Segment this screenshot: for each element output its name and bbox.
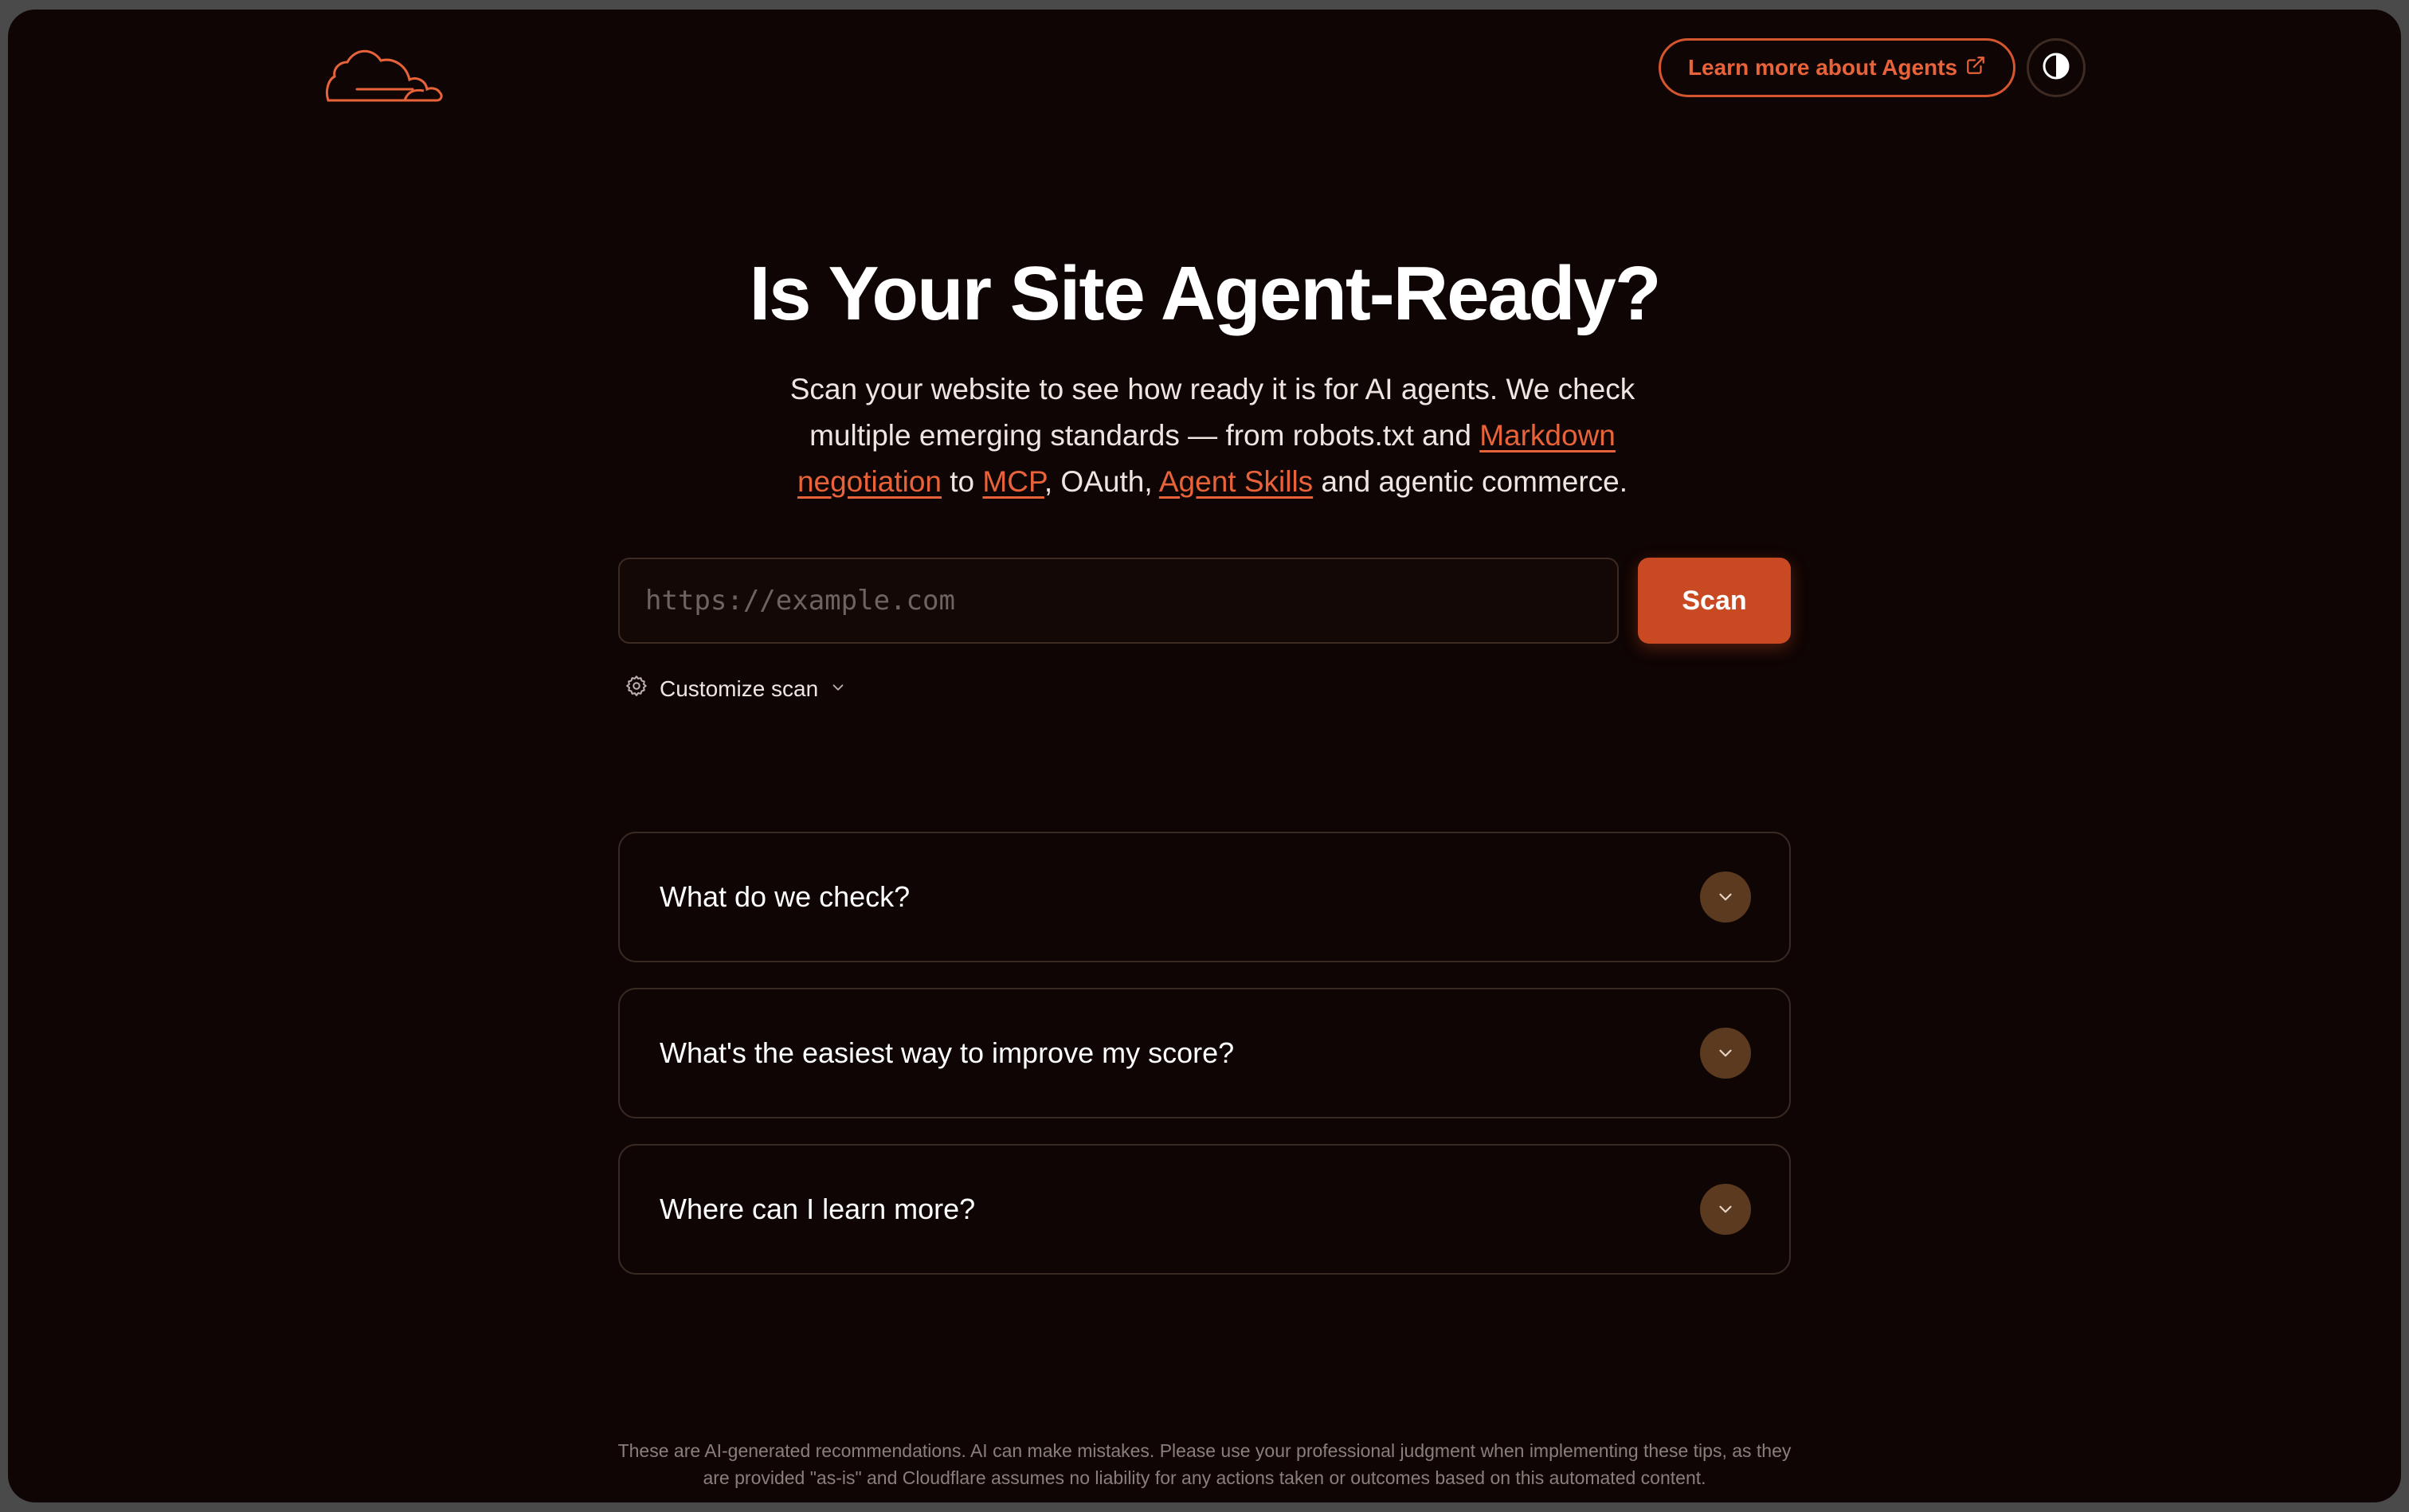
page-subtitle: Scan your website to see how ready it is…: [774, 366, 1651, 505]
disclaimer-line-1: These are AI-generated recommendations. …: [617, 1440, 1792, 1461]
learn-more-label: Learn more about Agents: [1687, 55, 1958, 80]
chevron-down-icon: [829, 676, 847, 702]
chevron-down-icon: [1700, 1028, 1751, 1079]
theme-toggle-button[interactable]: [2027, 38, 2086, 97]
subtitle-text-2: to: [942, 465, 983, 498]
mcp-link[interactable]: MCP: [982, 465, 1044, 498]
learn-more-agents-link[interactable]: Learn more about Agents: [1659, 38, 2015, 97]
cloudflare-logo-icon[interactable]: [325, 41, 445, 105]
gear-icon: [625, 674, 648, 703]
app-window: Learn more about Agents Is Your Site Age…: [8, 10, 2401, 1502]
customize-scan-label: Customize scan: [660, 676, 819, 701]
agent-skills-link[interactable]: Agent Skills: [1159, 465, 1313, 498]
faq-item-improve-score[interactable]: What's the easiest way to improve my sco…: [618, 988, 1791, 1118]
page-title: Is Your Site Agent-Ready?: [749, 251, 1661, 336]
faq-question: What's the easiest way to improve my sco…: [660, 1036, 1235, 1069]
ai-disclaimer: These are AI-generated recommendations. …: [8, 1437, 2401, 1491]
contrast-icon: [2042, 52, 2070, 84]
customize-scan-toggle[interactable]: Customize scan: [625, 674, 847, 703]
disclaimer-line-2: are provided "as-is" and Cloudflare assu…: [703, 1467, 1706, 1488]
external-link-icon: [1965, 55, 1986, 81]
chevron-down-icon: [1700, 872, 1751, 922]
url-input[interactable]: [618, 558, 1619, 644]
scan-button[interactable]: Scan: [1638, 558, 1791, 644]
subtitle-text-4: and agentic commerce.: [1313, 465, 1628, 498]
faq-item-learn-more[interactable]: Where can I learn more?: [618, 1144, 1791, 1275]
chevron-down-icon: [1700, 1184, 1751, 1235]
faq-question: Where can I learn more?: [660, 1193, 976, 1225]
faq-item-what-we-check[interactable]: What do we check?: [618, 832, 1791, 962]
subtitle-text-3: , OAuth,: [1044, 465, 1159, 498]
faq-question: What do we check?: [660, 880, 911, 913]
